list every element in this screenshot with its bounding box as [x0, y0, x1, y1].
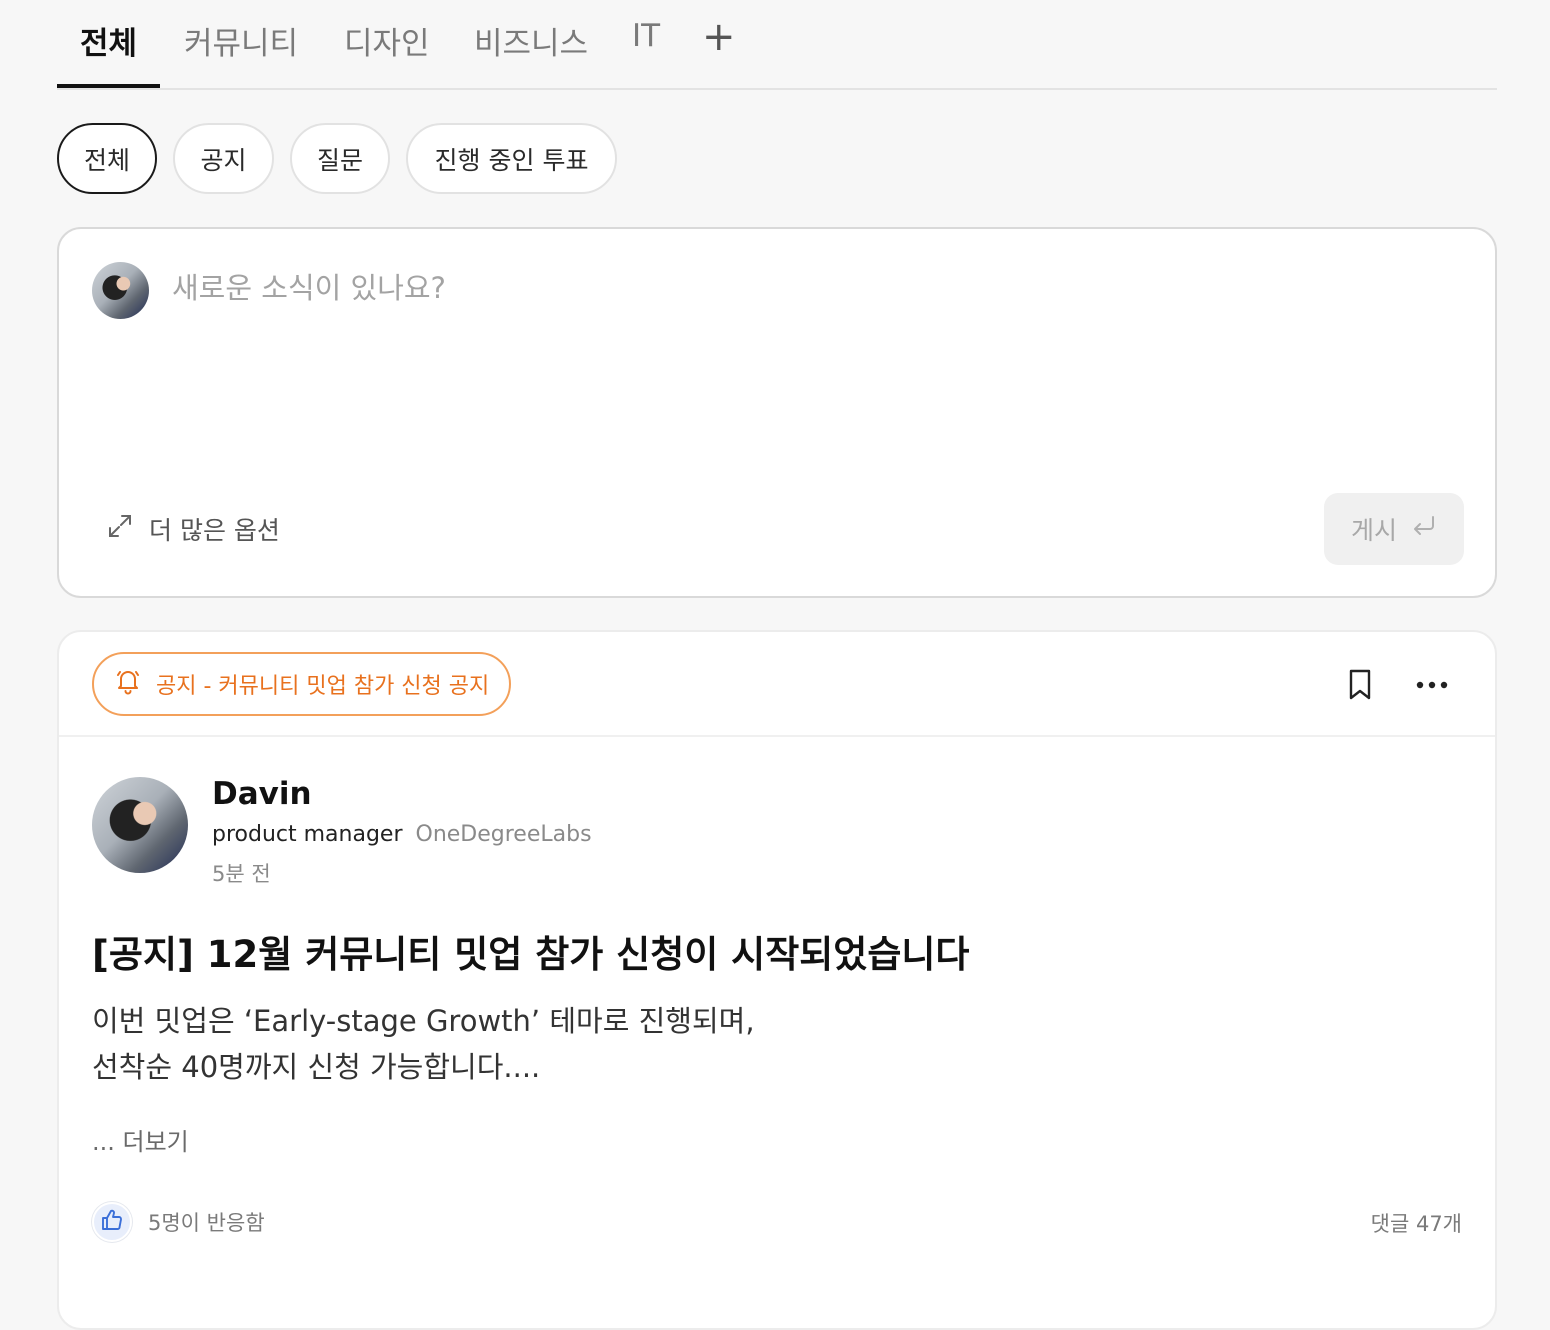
more-options-button[interactable]: 더 많은 옵션 [107, 511, 280, 547]
composer-input[interactable]: 새로운 소식이 있나요? [172, 265, 446, 307]
author-avatar[interactable] [92, 777, 188, 873]
author-role: product manager OneDegreeLabs [212, 822, 592, 847]
read-more-link[interactable]: ... 더보기 [92, 1122, 189, 1157]
filter-chip-ongoing-vote[interactable]: 진행 중인 투표 [406, 123, 617, 194]
post-body-line: 이번 밋업은 ‘Early-stage Growth’ 테마로 진행되며, [92, 1004, 755, 1038]
tab-all[interactable]: 전체 [80, 18, 137, 90]
notice-label: 공지 - 커뮤니티 밋업 참가 신청 공지 [156, 674, 490, 699]
filter-chip-question[interactable]: 질문 [290, 123, 390, 194]
filter-chip-notice[interactable]: 공지 [173, 123, 274, 194]
reaction-count[interactable]: 5명이 반응함 [148, 1207, 265, 1237]
like-button[interactable] [92, 1202, 132, 1242]
tab-business[interactable]: 비즈니스 [474, 18, 588, 90]
category-tabs: 전체 커뮤니티 디자인 비즈니스 IT + [57, 0, 1497, 90]
enter-icon [1411, 514, 1437, 544]
add-tab-button[interactable]: + [702, 14, 736, 60]
author-org: OneDegreeLabs [415, 822, 592, 847]
author-job-title: product manager [212, 822, 403, 847]
post-body: 이번 밋업은 ‘Early-stage Growth’ 테마로 진행되며, 선착… [92, 998, 755, 1090]
active-tab-indicator [57, 84, 160, 88]
expand-icon [107, 513, 133, 545]
post-title[interactable]: [공지] 12월 커뮤니티 밋업 참가 신청이 시작되었습니다 [92, 924, 969, 978]
post-submit-button[interactable]: 게시 [1324, 493, 1464, 565]
notice-badge[interactable]: 공지 - 커뮤니티 밋업 참가 신청 공지 [92, 652, 512, 716]
comment-count[interactable]: 댓글 47개 [1371, 1208, 1462, 1238]
author-name[interactable]: Davin [212, 776, 312, 812]
bell-icon [114, 667, 142, 701]
more-options-label: 더 많은 옵션 [149, 516, 280, 545]
user-avatar [92, 262, 149, 319]
reaction-summary: 5명이 반응함 [92, 1202, 265, 1242]
post-card: 공지 - 커뮤니티 밋업 참가 신청 공지 Davin product mana… [57, 630, 1497, 1330]
post-composer: 새로운 소식이 있나요? 더 많은 옵션 게시 [57, 227, 1497, 598]
divider [59, 735, 1495, 737]
tab-community[interactable]: 커뮤니티 [184, 18, 298, 90]
post-submit-label: 게시 [1350, 516, 1397, 545]
more-menu-icon[interactable] [1414, 677, 1450, 696]
post-timestamp: 5분 전 [212, 862, 271, 886]
thumbs-up-icon [100, 1208, 124, 1237]
tab-design[interactable]: 디자인 [344, 18, 430, 90]
tab-it[interactable]: IT [632, 18, 660, 90]
bookmark-icon[interactable] [1344, 668, 1376, 706]
post-body-line: 선착순 40명까지 신청 가능합니다.... [92, 1050, 541, 1084]
filter-chip-all[interactable]: 전체 [57, 123, 157, 194]
